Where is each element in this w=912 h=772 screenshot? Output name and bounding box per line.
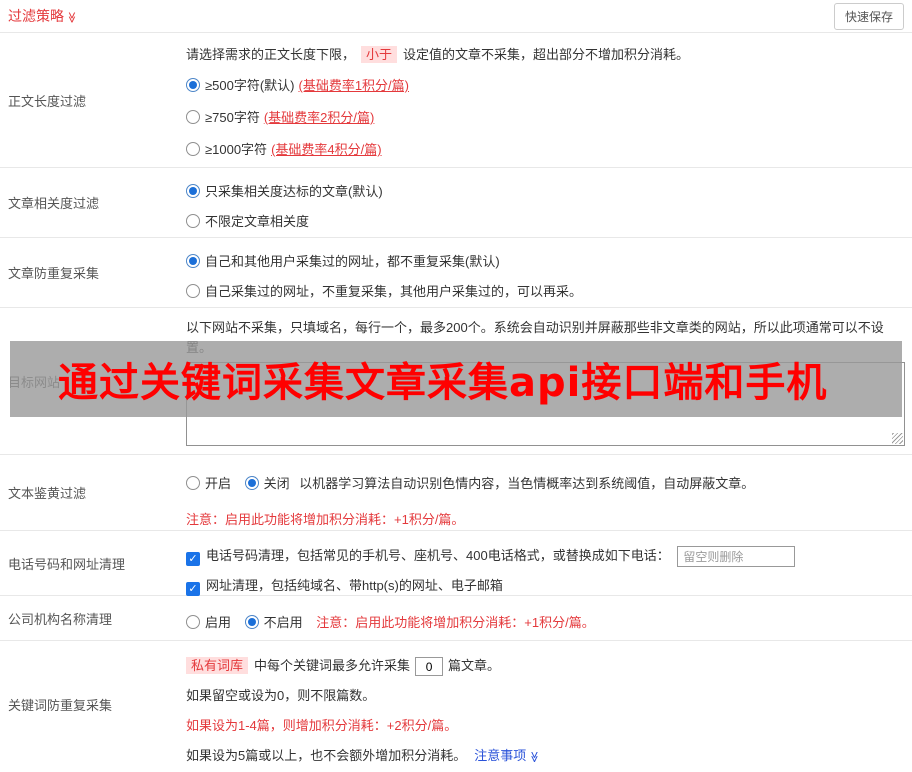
quick-save-button[interactable]: 快速保存 (833, 2, 904, 30)
checkbox-label: 电话号码清理，包括常见的手机号、座机号、400电话格式，或替换成如下电话： (206, 548, 670, 563)
porn-filter-options: 开启 关闭 以机器学习算法自动识别色情内容，当色情概率达到系统阈值，自动屏蔽文章… (186, 469, 906, 499)
radio-label: ≥500字符(默认) (205, 78, 295, 93)
keyword-dedup-line1: 私有词库中每个关键词最多允许采集 篇文章。 (186, 651, 906, 681)
chevron-down-icon: ≫ (528, 751, 541, 763)
radio-icon[interactable] (186, 476, 200, 490)
row-dedup-filter: 文章防重复采集 自己和其他用户采集过的网址，都不重复采集(默认) 自己采集过的网… (0, 238, 912, 308)
radio-icon[interactable] (186, 184, 200, 198)
checkbox-icon[interactable] (186, 582, 200, 596)
radio-label: 关闭 (263, 476, 290, 491)
keyword-dedup-line3: 如果设为1-4篇，则增加积分消耗：+2积分/篇。 (186, 718, 458, 733)
radio-option-relevance-strict[interactable]: 只采集相关度达标的文章(默认) (186, 177, 906, 207)
row-phone-url-clean: 电话号码和网址清理 电话号码清理，包括常见的手机号、座机号、400电话格式，或替… (0, 531, 912, 596)
radio-label: 开启 (205, 476, 232, 491)
radio-option-company-on[interactable]: 启用 (186, 608, 231, 638)
top-bar: 过滤策略≫ 快速保存 (0, 0, 912, 33)
page-title[interactable]: 过滤策略≫ (8, 6, 78, 26)
row-porn-filter: 文本鉴黄过滤 开启 关闭 以机器学习算法自动识别色情内容，当色情概率达到系统阈值… (0, 455, 912, 531)
keyword-dedup-line1-mid: 中每个关键词最多允许采集 (254, 658, 411, 673)
intro-post: 设定值的文章不采集，超出部分不增加积分消耗。 (403, 47, 690, 62)
radio-icon[interactable] (186, 284, 200, 298)
intro-highlight: 小于 (361, 46, 398, 63)
radio-option-porn-off[interactable]: 关闭 (244, 469, 290, 499)
row-company-clean: 公司机构名称清理 启用 不启用 注意：启用此功能将增加积分消耗：+1积分/篇。 (0, 596, 912, 641)
radio-option-length-500[interactable]: ≥500字符(默认) (基础费率1积分/篇) (186, 70, 906, 102)
radio-icon[interactable] (244, 476, 259, 490)
radio-label: 自己和其他用户采集过的网址，都不重复采集(默认) (205, 254, 500, 269)
chevron-down-icon: ≫ (65, 11, 78, 24)
length-filter-intro: 请选择需求的正文长度下限， 小于 设定值的文章不采集，超出部分不增加积分消耗。 (186, 45, 906, 65)
company-clean-label: 公司机构名称清理 (8, 611, 113, 627)
radio-option-dedup-self[interactable]: 自己采集过的网址，不重复采集，其他用户采集过的，可以再采。 (186, 277, 906, 307)
radio-icon[interactable] (186, 78, 200, 92)
radio-option-company-off[interactable]: 不启用 (244, 608, 303, 638)
page-title-text: 过滤策略 (8, 8, 64, 24)
porn-filter-desc: 以机器学习算法自动识别色情内容，当色情概率达到系统阈值，自动屏蔽文章。 (299, 476, 755, 491)
row-keyword-dedup: 关键词防重复采集 私有词库中每个关键词最多允许采集 篇文章。 如果留空或设为0，则… (0, 641, 912, 768)
radio-icon[interactable] (186, 615, 200, 629)
intro-pre: 请选择需求的正文长度下限， (186, 47, 356, 62)
keyword-dedup-line2: 如果留空或设为0，则不限篇数。 (186, 688, 376, 703)
radio-icon[interactable] (244, 615, 259, 629)
porn-filter-fee-note: 注意：启用此功能将增加积分消耗：+1积分/篇。 (186, 512, 465, 527)
radio-option-relevance-any[interactable]: 不限定文章相关度 (186, 207, 906, 237)
radio-fee-note: (基础费率4积分/篇) (271, 142, 382, 157)
overlay-banner-text: 通过关键词采集文章采集api接口端和手机 (58, 360, 828, 406)
radio-label: 启用 (205, 615, 232, 630)
radio-icon[interactable] (186, 110, 200, 124)
company-clean-fee-note: 注意：启用此功能将增加积分消耗：+1积分/篇。 (316, 615, 595, 630)
radio-label: 不限定文章相关度 (205, 214, 310, 229)
private-lexicon-highlight: 私有词库 (186, 657, 249, 674)
max-articles-input[interactable] (415, 657, 444, 677)
phone-clean-label: 电话号码和网址清理 (8, 556, 126, 572)
radio-label: 只采集相关度达标的文章(默认) (205, 184, 383, 199)
checkbox-url-clean[interactable]: 网址清理，包括纯域名、带http(s)的网址、电子邮箱 (186, 578, 503, 596)
radio-fee-note: (基础费率2积分/篇) (263, 110, 375, 125)
radio-option-porn-on[interactable]: 开启 (186, 469, 231, 499)
replacement-phone-input[interactable] (677, 546, 796, 568)
keyword-dedup-line4: 如果设为5篇或以上，也不会额外增加积分消耗。 注意事项 ≫ (186, 741, 906, 772)
radio-option-length-750[interactable]: ≥750字符 (基础费率2积分/篇) (186, 102, 906, 134)
checkbox-icon[interactable] (186, 552, 200, 566)
row-length-filter: 正文长度过滤 请选择需求的正文长度下限， 小于 设定值的文章不采集，超出部分不增加积… (0, 33, 912, 168)
radio-label: ≥750字符 (205, 110, 260, 125)
radio-label: ≥1000字符 (205, 142, 268, 157)
dedup-filter-label: 文章防重复采集 (8, 266, 100, 281)
checkbox-phone-clean[interactable]: 电话号码清理，包括常见的手机号、座机号、400电话格式，或替换成如下电话： (186, 548, 673, 566)
radio-icon[interactable] (186, 214, 200, 228)
checkbox-label: 网址清理，包括纯域名、带http(s)的网址、电子邮箱 (206, 578, 503, 593)
radio-label: 不启用 (263, 615, 303, 630)
length-filter-label: 正文长度过滤 (8, 93, 87, 109)
radio-option-dedup-global[interactable]: 自己和其他用户采集过的网址，都不重复采集(默认) (186, 247, 906, 277)
relevance-filter-label: 文章相关度过滤 (8, 196, 100, 211)
phone-clean-line: 电话号码清理，包括常见的手机号、座机号、400电话格式，或替换成如下电话： (186, 541, 906, 571)
radio-option-length-1000[interactable]: ≥1000字符 (基础费率4积分/篇) (186, 134, 906, 166)
porn-filter-label: 文本鉴黄过滤 (8, 486, 87, 501)
radio-icon[interactable] (186, 142, 200, 156)
keyword-dedup-line4-text: 如果设为5篇或以上，也不会额外增加积分消耗。 (186, 748, 467, 763)
resize-grip-icon[interactable] (892, 433, 903, 444)
radio-fee-note: (基础费率1积分/篇) (298, 78, 409, 93)
overlay-banner: 通过关键词采集文章采集api接口端和手机 (10, 341, 902, 417)
keyword-dedup-line1-post: 篇文章。 (448, 658, 501, 673)
notes-link[interactable]: 注意事项 ≫ (474, 748, 540, 763)
radio-label: 自己采集过的网址，不重复采集，其他用户采集过的，可以再采。 (205, 284, 583, 299)
row-relevance-filter: 文章相关度过滤 只采集相关度达标的文章(默认) 不限定文章相关度 (0, 168, 912, 238)
radio-icon[interactable] (186, 254, 200, 268)
keyword-dedup-label: 关键词防重复采集 (8, 698, 113, 713)
